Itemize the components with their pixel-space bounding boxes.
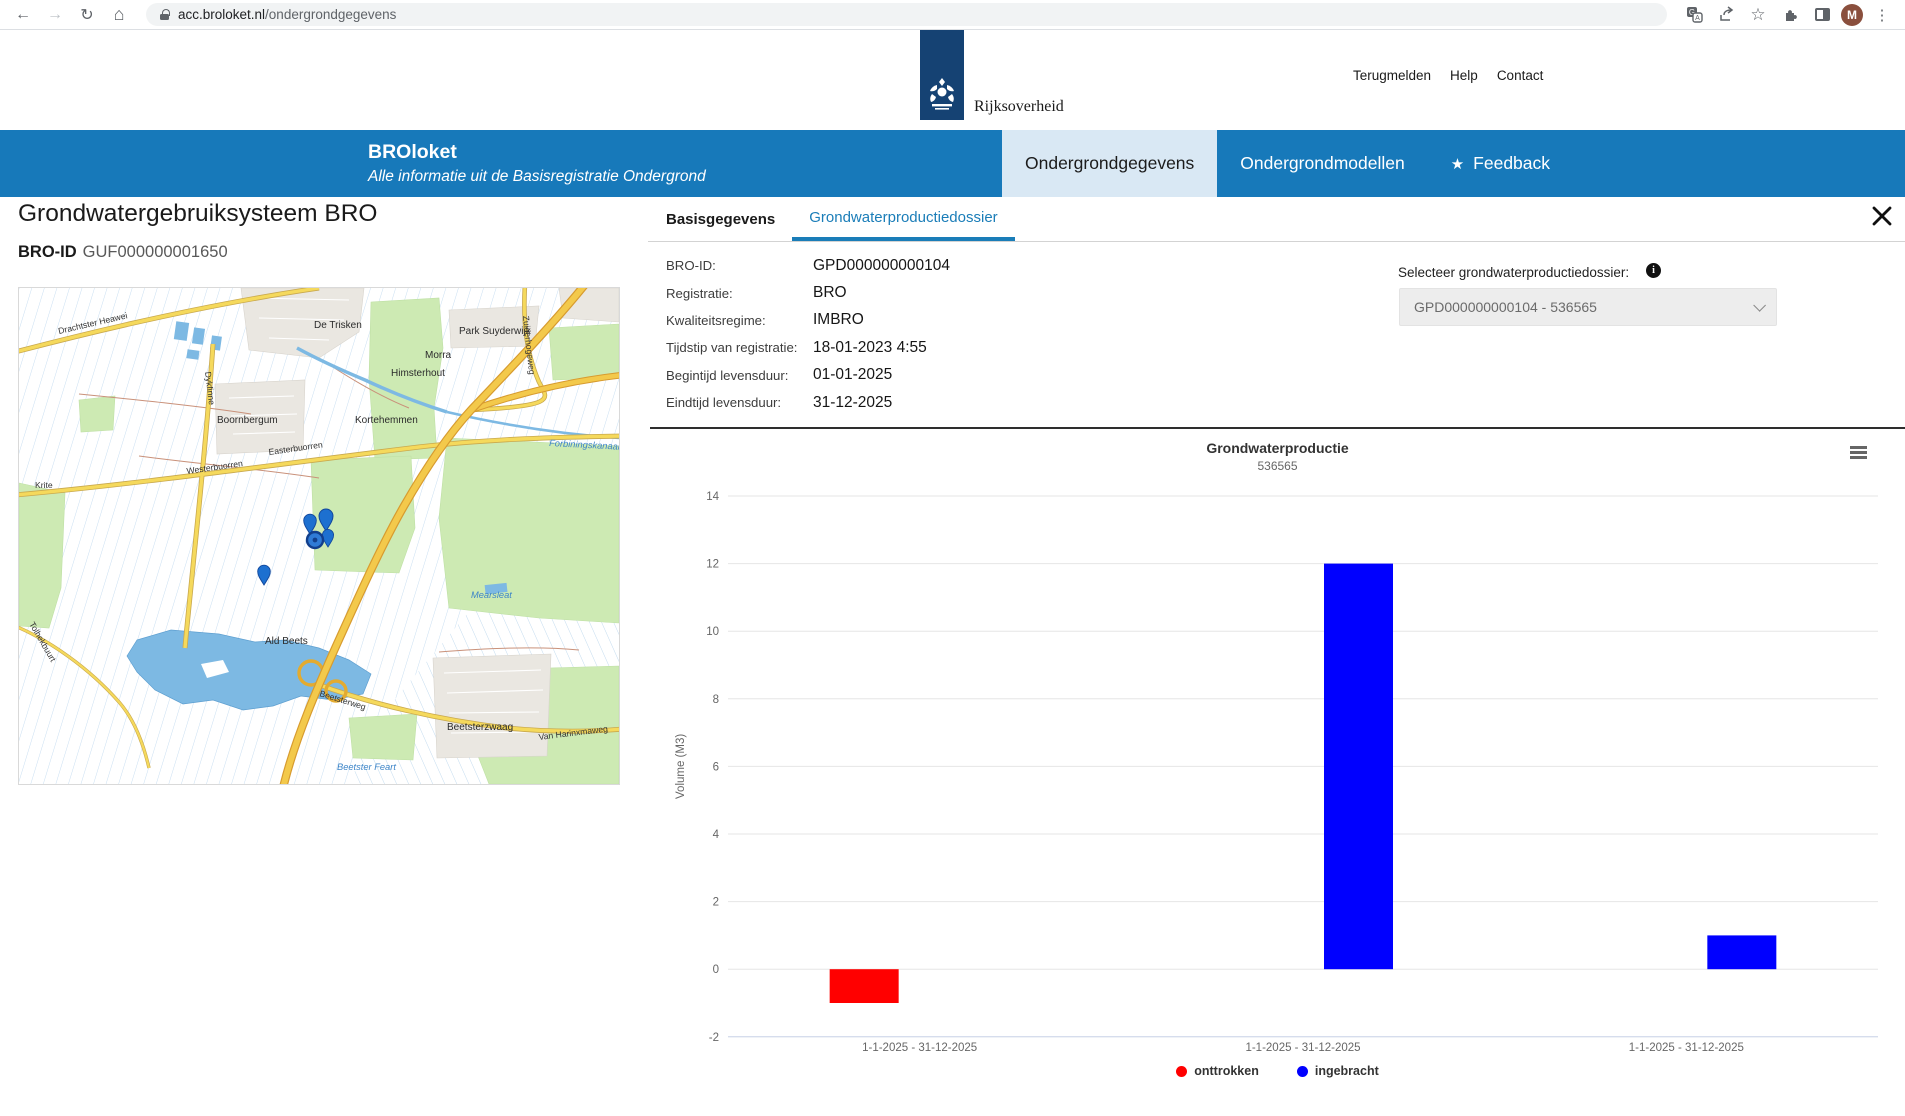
close-icon[interactable] (1870, 204, 1898, 232)
link-contact[interactable]: Contact (1497, 68, 1544, 83)
x-category-label: 1-1-2025 - 31-12-2025 (1629, 1042, 1744, 1054)
nav-tab-ondergrondmodellen[interactable]: Ondergrondmodellen (1217, 130, 1427, 197)
map-place-label: Park Suyderwijk (459, 326, 532, 337)
bookmark-star-icon[interactable]: ☆ (1745, 2, 1771, 28)
bro-id-label: BRO-ID (18, 243, 77, 261)
y-tick-label: 0 (713, 964, 719, 976)
nav-tab-feedback[interactable]: ★ Feedback (1428, 130, 1573, 197)
extensions-puzzle-icon[interactable] (1777, 2, 1803, 28)
address-bar[interactable]: acc.broloket.nl/ondergrondgegevens (146, 3, 1667, 26)
header-links: Terugmelden Help Contact (1353, 68, 1543, 83)
back-icon[interactable]: ← (10, 2, 36, 28)
rijksoverheid-logo (920, 30, 964, 120)
detail-row: Eindtijd levensduur:31-12-2025 (666, 389, 950, 416)
map-water-label: Beetster Feart (337, 762, 396, 772)
chart-subtitle: 536565 (650, 459, 1905, 473)
map-road-label: Krite (35, 480, 53, 490)
home-icon[interactable]: ⌂ (106, 2, 132, 28)
legend-item-onttrokken[interactable]: onttrokken (1176, 1064, 1259, 1078)
map-water-label: Mearsleat (471, 590, 512, 600)
bar-ingebracht[interactable] (1324, 564, 1393, 970)
detail-row: Begintijd levensduur:01-01-2025 (666, 362, 950, 389)
tab-grondwaterproductiedossier[interactable]: Grondwaterproductiedossier (792, 197, 1014, 241)
dossier-select[interactable]: GPD000000000104 - 536565 (1399, 288, 1777, 326)
chart-menu-icon[interactable] (1850, 446, 1867, 461)
brand-subtitle: Alle informatie uit de Basisregistratie … (368, 168, 706, 186)
main-navbar: BROloket Alle informatie uit de Basisreg… (0, 130, 1905, 197)
y-axis-title: Volume (M3) (675, 734, 687, 799)
map-place-label: De Trisken (314, 320, 362, 331)
x-category-label: 1-1-2025 - 31-12-2025 (862, 1042, 977, 1054)
brand[interactable]: BROloket Alle informatie uit de Basisreg… (368, 141, 706, 186)
chevron-down-icon (1753, 299, 1766, 312)
detail-row: Registratie:BRO (666, 279, 950, 306)
map-place-label: Beetsterzwaag (447, 722, 513, 733)
page-title: Grondwatergebruiksysteem BRO (18, 200, 377, 228)
svg-text:A: A (1695, 15, 1700, 22)
info-icon[interactable]: i (1646, 263, 1661, 278)
legend-dot (1297, 1066, 1308, 1077)
map-place-label: Kortehemmen (355, 415, 418, 426)
legend-label: onttrokken (1194, 1064, 1259, 1078)
side-panel-icon[interactable] (1809, 2, 1835, 28)
y-tick-label: 6 (713, 761, 719, 773)
map[interactable]: Drachtster Heawei De Trisken Zuiderhogew… (18, 287, 620, 785)
share-icon[interactable] (1713, 2, 1739, 28)
panel-tabs: Basisgegevens Grondwaterproductiedossier (649, 197, 1015, 241)
tab-basisgegevens[interactable]: Basisgegevens (649, 197, 792, 241)
details-list: BRO-ID:GPD000000000104 Registratie:BRO K… (666, 252, 950, 416)
chart-legend: onttrokken ingebracht (650, 1064, 1905, 1078)
map-place-label: Himsterhout (391, 368, 445, 379)
detail-row: Kwaliteitsregime:IMBRO (666, 307, 950, 334)
y-tick-label: 2 (713, 897, 719, 909)
chart-title: Grondwaterproductie (650, 440, 1905, 456)
panel-divider (650, 427, 1905, 429)
brand-title: BROloket (368, 141, 706, 164)
browser-toolbar: ← → ↻ ⌂ acc.broloket.nl/ondergrondgegeve… (0, 0, 1905, 30)
map-place-label: Boornbergum (217, 415, 278, 426)
lock-icon[interactable] (160, 9, 169, 20)
translate-icon[interactable]: GA (1681, 2, 1707, 28)
reload-icon[interactable]: ↻ (74, 2, 100, 28)
detail-row: BRO-ID:GPD000000000104 (666, 252, 950, 279)
y-tick-label: 4 (713, 829, 720, 841)
link-help[interactable]: Help (1450, 68, 1478, 83)
y-tick-label: -2 (709, 1032, 719, 1044)
x-category-label: 1-1-2025 - 31-12-2025 (1245, 1042, 1360, 1054)
rijksoverheid-wordmark: Rijksoverheid (974, 98, 1064, 116)
feedback-star-icon: ★ (1451, 155, 1464, 173)
legend-item-ingebracht[interactable]: ingebracht (1297, 1064, 1379, 1078)
y-tick-label: 8 (713, 694, 719, 706)
map-place-label: Ald Beets (265, 636, 308, 647)
tabs-separator (648, 241, 1905, 242)
bro-id-line: BRO-ID GUF000000001650 (18, 243, 228, 262)
link-terugmelden[interactable]: Terugmelden (1353, 68, 1431, 83)
government-header: Rijksoverheid Terugmelden Help Contact (0, 30, 1905, 130)
nav-tab-ondergrondgegevens[interactable]: Ondergrondgegevens (1002, 130, 1217, 197)
bar-onttrokken[interactable] (830, 969, 899, 1003)
y-tick-label: 14 (706, 491, 719, 503)
bar-ingebracht[interactable] (1707, 935, 1776, 969)
y-tick-label: 12 (706, 559, 719, 571)
legend-dot (1176, 1066, 1187, 1077)
url-domain: acc.broloket.nl (178, 7, 265, 22)
dossier-select-value: GPD000000000104 - 536565 (1414, 299, 1597, 315)
browser-menu-icon[interactable]: ⋮ (1869, 2, 1895, 28)
forward-icon[interactable]: → (42, 2, 68, 28)
url-path: /ondergrondgegevens (265, 7, 396, 22)
production-chart: Grondwaterproductie 536565 14 12 10 8 6 4 2 0 -2… (650, 430, 1905, 1111)
y-tick-label: 10 (706, 626, 719, 638)
legend-label: ingebracht (1315, 1064, 1379, 1078)
map-place-label: Morra (425, 350, 452, 361)
dossier-select-label: Selecteer grondwaterproductiedossier: (1398, 265, 1629, 280)
chart-plot: 14 12 10 8 6 4 2 0 -2 1-1-2025 - 31-12-2025 1-1-20… (650, 430, 1905, 1111)
bro-id-value: GUF000000001650 (83, 243, 228, 261)
nav-tabs: Ondergrondgegevens Ondergrondmodellen ★ … (1002, 130, 1573, 197)
profile-avatar[interactable]: M (1841, 4, 1863, 26)
detail-row: Tijdstip van registratie:18-01-2023 4:55 (666, 334, 950, 361)
